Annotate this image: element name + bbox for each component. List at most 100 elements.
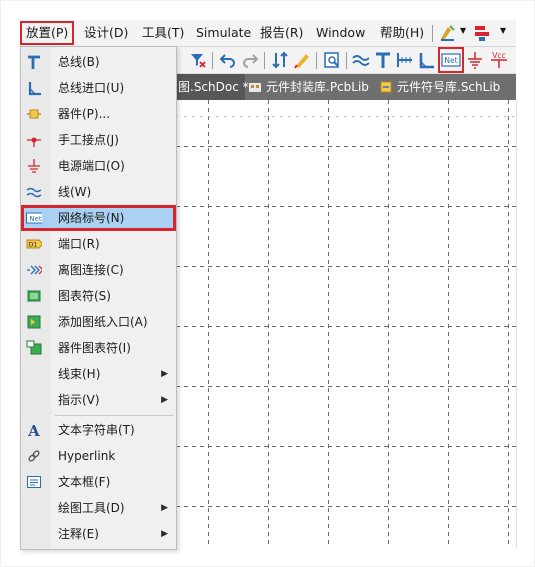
menubar-separator <box>432 25 433 42</box>
net-label-button[interactable]: Net <box>438 47 464 73</box>
menu-item-label: 绘图工具(D) <box>58 501 125 515</box>
menu-simulate[interactable]: Simulate <box>192 23 255 43</box>
align-tools-icon[interactable] <box>472 23 492 43</box>
menu-item-manual-junction[interactable]: 手工接点(J) <box>21 127 176 153</box>
svg-text:D1: D1 <box>29 242 38 249</box>
menu-item-label: 线束(H) <box>58 367 101 381</box>
menu-item-sheet-entry[interactable]: 添加图纸入口(A) <box>21 309 176 335</box>
menu-item-label: 注释(E) <box>58 527 99 541</box>
tab-pcblib[interactable]: 元件封装库.PcbLib <box>248 74 369 100</box>
vcc-power-icon[interactable]: Vcc <box>487 50 507 70</box>
schematic-library-icon <box>380 81 392 93</box>
menu-item-label: 文本字符串(T) <box>58 423 135 437</box>
menu-item-label: 线(W) <box>58 185 92 199</box>
menu-place[interactable]: 放置(P) <box>19 21 75 45</box>
off-sheet-connector-icon <box>27 265 42 275</box>
menu-item-bus[interactable]: 总线(B) <box>21 49 176 75</box>
menu-item-label: 图表符(S) <box>58 289 111 303</box>
place-menu-dropdown: 总线(B) 总线进口(U) 器件(P)... 手工接点(J) 电源端口(O) 线… <box>20 46 177 550</box>
menu-bar: 放置(P) 设计(D) 工具(T) Simulate 报告(R) Window … <box>19 20 516 47</box>
submenu-arrow-icon: ▶ <box>161 395 168 405</box>
menu-item-label: 手工接点(J) <box>58 133 119 147</box>
menu-item-label: 器件图表符(I) <box>58 341 131 355</box>
chevron-down-icon[interactable]: ▼ <box>460 26 466 35</box>
menu-item-label: 离图连接(C) <box>58 263 124 277</box>
part-icon <box>27 109 41 119</box>
toolbar-separator <box>346 52 347 69</box>
menu-item-directives[interactable]: 指示(V) ▶ <box>21 387 176 413</box>
menu-item-part[interactable]: 器件(P)... <box>21 101 176 127</box>
toolbar: Net Vcc <box>176 47 516 74</box>
chevron-down-icon[interactable]: ▼ <box>500 26 506 35</box>
menu-item-label: 指示(V) <box>58 393 100 407</box>
menu-item-device-sheet-symbol[interactable]: 器件图表符(I) <box>21 335 176 361</box>
menu-tools[interactable]: 工具(T) <box>138 23 188 43</box>
submenu-arrow-icon: ▶ <box>161 503 168 513</box>
tab-label: 元件封装库.PcbLib <box>266 80 369 94</box>
sheet-entry-icon <box>27 315 41 329</box>
text-frame-icon <box>27 476 41 488</box>
sheet-grid <box>176 100 516 548</box>
port-icon: D1 <box>26 239 42 249</box>
toolbar-separator <box>316 52 317 69</box>
wire-icon[interactable] <box>351 50 371 70</box>
schematic-canvas[interactable] <box>176 100 517 548</box>
harness-icon[interactable] <box>395 50 415 70</box>
menu-item-label: Hyperlink <box>58 449 116 463</box>
menu-item-label: 总线进口(U) <box>58 81 125 95</box>
menu-item-wire[interactable]: 线(W) <box>21 179 176 205</box>
junction-icon <box>27 137 41 147</box>
graphic-tools-icon[interactable] <box>438 23 458 43</box>
bus-icon <box>28 55 40 69</box>
power-port-icon <box>28 159 40 173</box>
menu-item-label: 电源端口(O) <box>58 159 125 173</box>
submenu-arrow-icon: ▶ <box>161 369 168 379</box>
menu-item-label: 文本框(F) <box>58 475 111 489</box>
menu-item-sheet-symbol[interactable]: 图表符(S) <box>21 283 176 309</box>
menu-item-harness[interactable]: 线束(H) ▶ <box>21 361 176 387</box>
menu-item-port[interactable]: D1 端口(R) <box>21 231 176 257</box>
menu-item-text-frame[interactable]: 文本框(F) <box>21 469 176 495</box>
pcb-library-icon <box>249 83 261 92</box>
sheet-symbol-icon <box>27 290 41 302</box>
menu-item-drawing-tools[interactable]: 绘图工具(D) ▶ <box>21 495 176 521</box>
toolbar-separator <box>212 52 213 69</box>
menu-item-label: 器件(P)... <box>58 107 111 121</box>
bus-entry-icon <box>28 82 41 96</box>
menu-design[interactable]: 设计(D) <box>80 23 132 43</box>
undo-icon[interactable] <box>218 50 238 70</box>
document-tabs: 图.SchDoc * 元件封装库.PcbLib 元件符号库.SchLib <box>176 74 516 100</box>
menu-window[interactable]: Window <box>312 23 369 43</box>
svg-text:Net: Net <box>29 215 42 223</box>
toolbar-separator <box>264 52 265 69</box>
clear-filter-icon[interactable] <box>188 50 208 70</box>
menu-item-bus-entry[interactable]: 总线进口(U) <box>21 75 176 101</box>
menu-item-notes[interactable]: 注释(E) ▶ <box>21 521 176 547</box>
browse-icon[interactable] <box>322 50 342 70</box>
svg-text:Net: Net <box>444 56 457 65</box>
cross-probe-icon[interactable] <box>270 50 290 70</box>
bus-entry-icon[interactable] <box>417 50 437 70</box>
menu-item-net-label[interactable]: Net 网络标号(N) <box>21 205 176 231</box>
menu-item-text-string[interactable]: A 文本字符串(T) <box>21 417 176 443</box>
ground-icon[interactable] <box>465 50 485 70</box>
svg-text:A: A <box>27 422 40 438</box>
text-string-icon: A <box>27 422 40 438</box>
redo-icon[interactable] <box>240 50 260 70</box>
menu-separator <box>55 415 173 416</box>
menu-help[interactable]: 帮助(H) <box>376 23 428 43</box>
svg-text:Vcc: Vcc <box>492 51 505 60</box>
menu-item-power-port[interactable]: 电源端口(O) <box>21 153 176 179</box>
submenu-arrow-icon: ▶ <box>161 529 168 539</box>
menu-item-label: 总线(B) <box>58 55 100 69</box>
annotate-icon[interactable] <box>292 50 312 70</box>
menu-item-hyperlink[interactable]: Hyperlink <box>21 443 176 469</box>
tab-label: 元件符号库.SchLib <box>397 80 501 94</box>
net-label-icon: Net <box>26 212 42 224</box>
menu-item-label: 网络标号(N) <box>58 211 125 225</box>
tab-schlib[interactable]: 元件符号库.SchLib <box>379 74 500 100</box>
menu-reports[interactable]: 报告(R) <box>256 23 307 43</box>
tab-schdoc[interactable]: 图.SchDoc * <box>176 74 249 100</box>
bus-icon[interactable] <box>373 50 393 70</box>
menu-item-off-sheet-connector[interactable]: 离图连接(C) <box>21 257 176 283</box>
